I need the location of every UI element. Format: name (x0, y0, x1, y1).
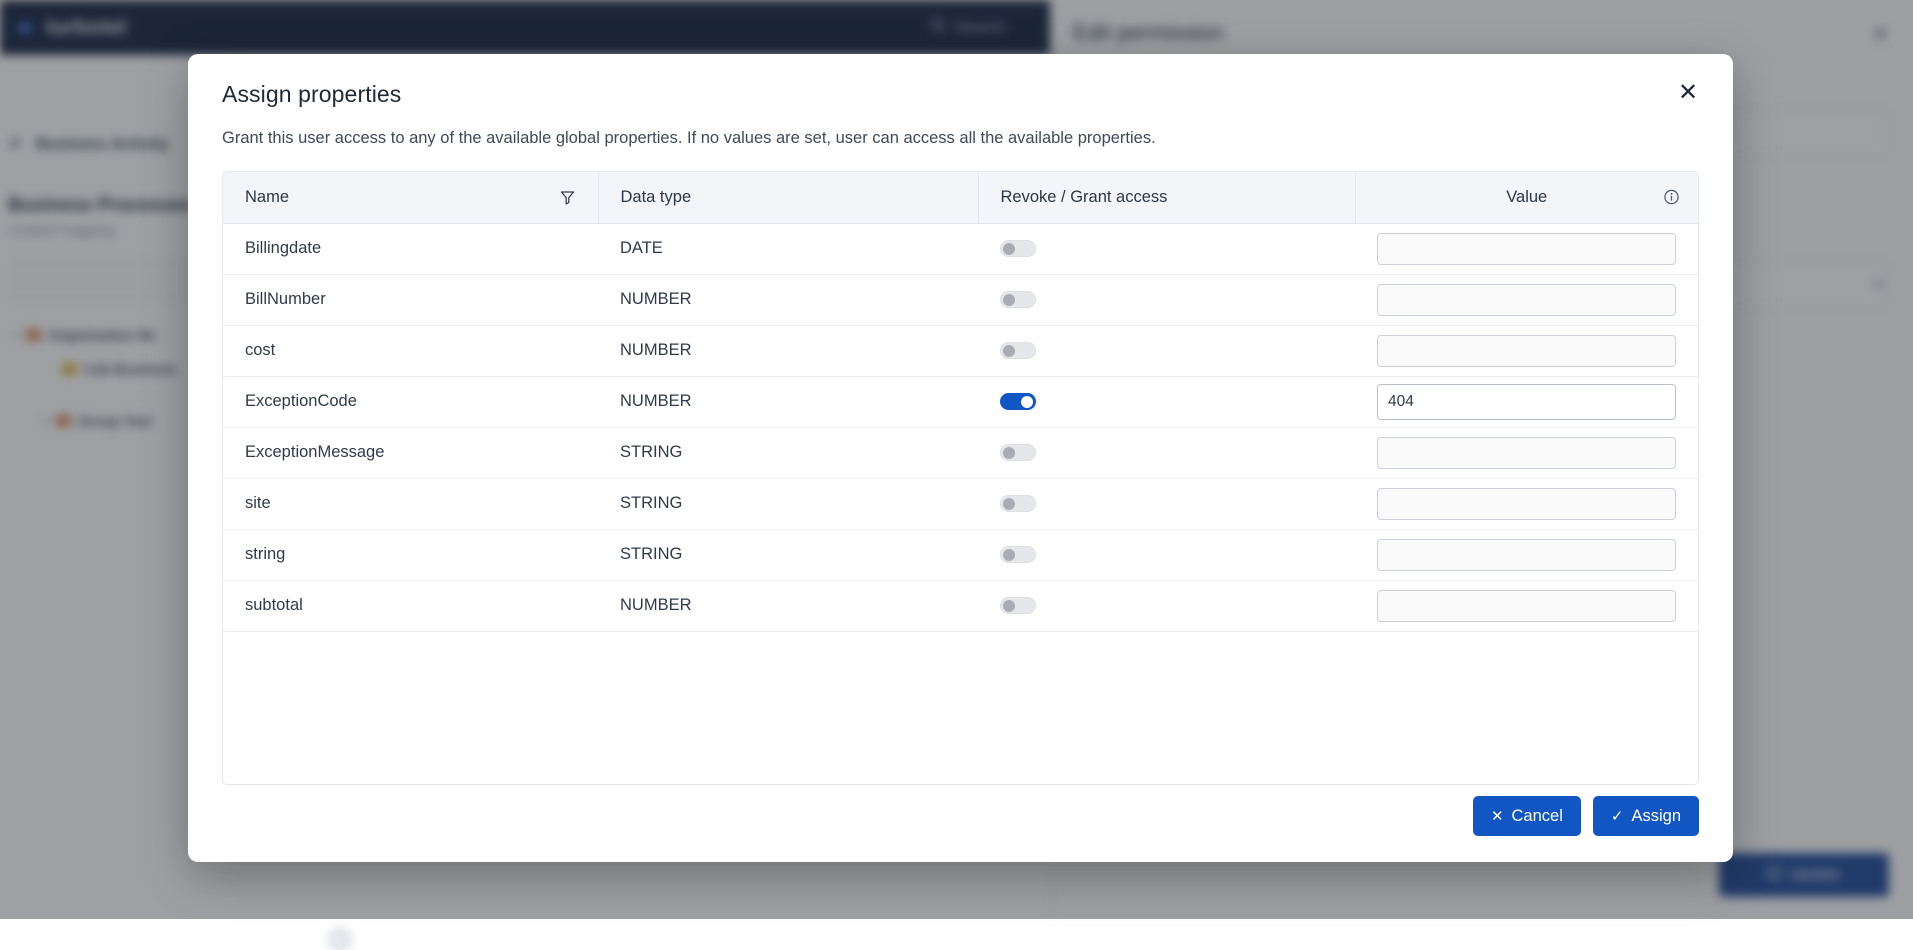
table-row: subtotalNUMBER (223, 580, 1698, 631)
table-row: stringSTRING (223, 529, 1698, 580)
cell-value (1355, 478, 1698, 529)
value-input[interactable] (1377, 539, 1676, 571)
cell-property-name: ExceptionMessage (223, 427, 598, 478)
value-input[interactable] (1377, 590, 1676, 622)
table-row: ExceptionCodeNUMBER (223, 376, 1698, 427)
cell-data-type: STRING (598, 478, 978, 529)
cell-property-name: Billingdate (223, 223, 598, 274)
access-toggle[interactable] (1000, 444, 1036, 461)
access-toggle[interactable] (1000, 546, 1036, 563)
dialog-description: Grant this user access to any of the ava… (188, 108, 1733, 148)
table-row: BillNumberNUMBER (223, 274, 1698, 325)
cell-access (978, 529, 1355, 580)
dialog-footer: ✕ Cancel ✓ Assign (1473, 796, 1699, 836)
cell-value (1355, 223, 1698, 274)
value-input[interactable] (1377, 437, 1676, 469)
cell-property-name: site (223, 478, 598, 529)
value-input[interactable] (1377, 233, 1676, 265)
cell-value (1355, 427, 1698, 478)
cell-value (1355, 376, 1698, 427)
cancel-button[interactable]: ✕ Cancel (1473, 796, 1581, 836)
close-dialog-button[interactable]: ✕ (1671, 76, 1705, 110)
cell-property-name: BillNumber (223, 274, 598, 325)
help-icon[interactable]: ? (330, 930, 350, 950)
cell-data-type: NUMBER (598, 274, 978, 325)
column-header-name: Name (223, 172, 598, 223)
column-header-value: Value (1355, 172, 1698, 223)
dialog-title: Assign properties (222, 81, 1699, 108)
assign-properties-dialog: Assign properties ✕ Grant this user acce… (188, 54, 1733, 862)
value-input[interactable] (1377, 384, 1676, 420)
info-icon[interactable] (1663, 189, 1680, 206)
toggle-knob (1003, 447, 1015, 459)
cell-access (978, 427, 1355, 478)
close-icon: ✕ (1491, 807, 1504, 825)
cell-data-type: STRING (598, 529, 978, 580)
toggle-knob (1003, 345, 1015, 357)
cell-access (978, 223, 1355, 274)
table-head: Name Data type Revoke / Grant access Val… (223, 172, 1698, 223)
access-toggle[interactable] (1000, 597, 1036, 614)
table-body: BillingdateDATEBillNumberNUMBERcostNUMBE… (223, 223, 1698, 631)
filter-icon[interactable] (559, 189, 576, 206)
column-header-access: Revoke / Grant access (978, 172, 1355, 223)
cell-data-type: DATE (598, 223, 978, 274)
assign-button-label: Assign (1631, 807, 1681, 826)
cell-property-name: string (223, 529, 598, 580)
table-row: costNUMBER (223, 325, 1698, 376)
table-header-row: Name Data type Revoke / Grant access Val… (223, 172, 1698, 223)
cell-value (1355, 325, 1698, 376)
access-toggle[interactable] (1000, 393, 1036, 410)
value-input[interactable] (1377, 335, 1676, 367)
access-toggle[interactable] (1000, 342, 1036, 359)
cell-property-name: ExceptionCode (223, 376, 598, 427)
cell-access (978, 274, 1355, 325)
cell-data-type: NUMBER (598, 325, 978, 376)
cell-access (978, 580, 1355, 631)
cell-data-type: NUMBER (598, 580, 978, 631)
table-row: siteSTRING (223, 478, 1698, 529)
toggle-knob (1003, 243, 1015, 255)
column-header-value-label: Value (1506, 188, 1547, 206)
dialog-header: Assign properties ✕ (188, 54, 1733, 108)
cell-property-name: cost (223, 325, 598, 376)
cell-data-type: STRING (598, 427, 978, 478)
cell-access (978, 478, 1355, 529)
cell-value (1355, 274, 1698, 325)
access-toggle[interactable] (1000, 495, 1036, 512)
toggle-knob (1003, 294, 1015, 306)
cell-access (978, 325, 1355, 376)
cell-property-name: subtotal (223, 580, 598, 631)
properties-table: Name Data type Revoke / Grant access Val… (223, 172, 1698, 632)
toggle-knob (1021, 396, 1033, 408)
toggle-knob (1003, 549, 1015, 561)
cancel-button-label: Cancel (1512, 807, 1563, 826)
value-input[interactable] (1377, 284, 1676, 316)
column-header-name-label: Name (245, 188, 289, 207)
assign-button[interactable]: ✓ Assign (1593, 796, 1699, 836)
cell-data-type: NUMBER (598, 376, 978, 427)
column-header-data-type: Data type (598, 172, 978, 223)
toggle-knob (1003, 600, 1015, 612)
cell-access (978, 376, 1355, 427)
table-row: ExceptionMessageSTRING (223, 427, 1698, 478)
cell-value (1355, 580, 1698, 631)
access-toggle[interactable] (1000, 240, 1036, 257)
value-input[interactable] (1377, 488, 1676, 520)
toggle-knob (1003, 498, 1015, 510)
table-row: BillingdateDATE (223, 223, 1698, 274)
check-icon: ✓ (1611, 807, 1624, 825)
properties-table-container: Name Data type Revoke / Grant access Val… (222, 171, 1699, 785)
cell-value (1355, 529, 1698, 580)
access-toggle[interactable] (1000, 291, 1036, 308)
